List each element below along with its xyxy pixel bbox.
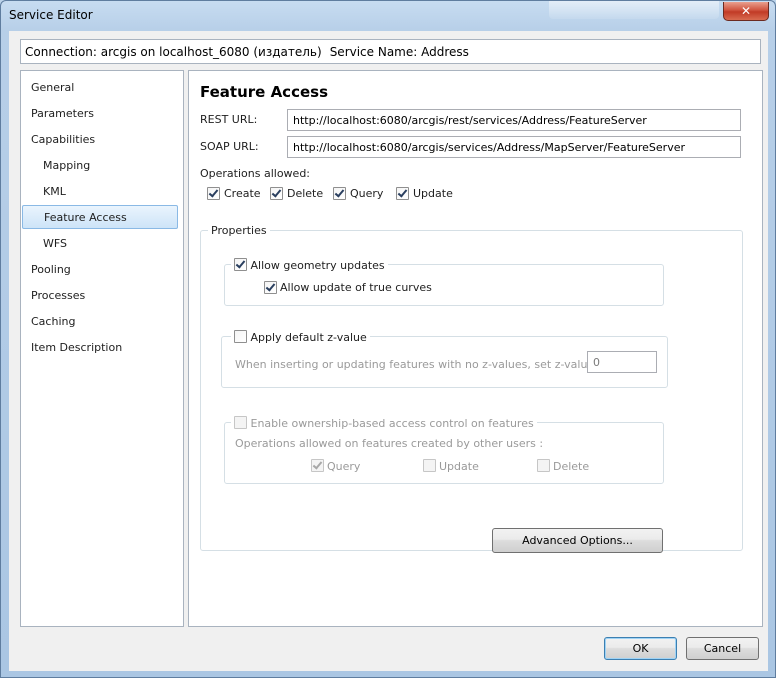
nav-item-kml[interactable]: KML (22, 180, 178, 204)
ownership-delete-checkbox[interactable] (537, 459, 550, 472)
z-value-field[interactable] (587, 351, 657, 373)
allow-true-curves-checkbox[interactable] (264, 281, 277, 294)
update-checkbox[interactable] (396, 187, 409, 200)
nav-item-wfs[interactable]: WFS (22, 232, 178, 256)
delete-checkbox[interactable] (270, 187, 283, 200)
apply-default-z-label: Apply default z-value (250, 331, 367, 344)
z-value-description: When inserting or updating features with… (235, 358, 613, 371)
query-label: Query (350, 187, 384, 200)
operations-allowed-label: Operations allowed: (200, 167, 311, 180)
delete-label: Delete (287, 187, 324, 200)
feature-access-panel: Feature Access REST URL: SOAP URL: Opera… (188, 70, 763, 627)
cancel-button[interactable]: Cancel (686, 637, 759, 660)
service-name-text: Service Name: Address (329, 45, 469, 59)
rest-url-label: REST URL: (200, 113, 258, 126)
apply-default-z-checkbox[interactable] (234, 330, 247, 343)
close-icon: ✕ (740, 4, 752, 18)
connection-info-bar: Connection: arcgis on localhost_6080 (из… (20, 39, 761, 64)
settings-navigation: General Parameters Capabilities Mapping … (20, 70, 184, 627)
window-title: Service Editor (9, 8, 93, 22)
allow-geometry-updates-label: Allow geometry updates (250, 259, 385, 272)
rest-url-field[interactable] (287, 109, 741, 131)
soap-url-field[interactable] (287, 136, 741, 158)
soap-url-label: SOAP URL: (200, 140, 259, 153)
ownership-group (224, 422, 664, 484)
create-checkbox[interactable] (207, 187, 220, 200)
nav-item-processes[interactable]: Processes (22, 284, 178, 308)
ownership-legend: Enable ownership-based access control on… (231, 416, 537, 430)
allow-geometry-updates-checkbox[interactable] (234, 258, 247, 271)
properties-legend: Properties (208, 224, 270, 237)
service-editor-window: Service Editor ✕ Connection: arcgis on l… (0, 0, 776, 678)
ownership-query-checkbox[interactable] (311, 459, 324, 472)
ownership-delete-label: Delete (553, 460, 590, 473)
update-label: Update (413, 187, 453, 200)
ownership-access-label: Enable ownership-based access control on… (250, 417, 534, 430)
nav-item-capabilities[interactable]: Capabilities (22, 128, 178, 152)
nav-item-pooling[interactable]: Pooling (22, 258, 178, 282)
ownership-ops-label: Operations allowed on features created b… (235, 437, 544, 450)
nav-item-feature-access[interactable]: Feature Access (22, 205, 178, 229)
ownership-update-label: Update (439, 460, 479, 473)
connection-text: Connection: arcgis on localhost_6080 (из… (25, 45, 322, 59)
dialog-body: Connection: arcgis on localhost_6080 (из… (9, 31, 768, 671)
allow-true-curves-label: Allow update of true curves (280, 281, 432, 294)
query-checkbox[interactable] (333, 187, 346, 200)
z-value-legend: Apply default z-value (231, 330, 370, 344)
background-window-glimpse (549, 1, 719, 19)
nav-item-caching[interactable]: Caching (22, 310, 178, 334)
page-title: Feature Access (200, 83, 328, 101)
title-bar[interactable]: Service Editor ✕ (1, 1, 775, 31)
nav-item-general[interactable]: General (22, 76, 178, 100)
geometry-updates-legend: Allow geometry updates (231, 258, 388, 272)
nav-item-item-description[interactable]: Item Description (22, 336, 178, 360)
ownership-access-checkbox[interactable] (234, 416, 247, 429)
advanced-options-button[interactable]: Advanced Options... (492, 528, 663, 553)
nav-item-parameters[interactable]: Parameters (22, 102, 178, 126)
close-button[interactable]: ✕ (723, 2, 769, 21)
create-label: Create (224, 187, 261, 200)
ownership-update-checkbox[interactable] (423, 459, 436, 472)
ownership-query-label: Query (327, 460, 361, 473)
ok-button[interactable]: OK (604, 637, 677, 660)
nav-item-mapping[interactable]: Mapping (22, 154, 178, 178)
